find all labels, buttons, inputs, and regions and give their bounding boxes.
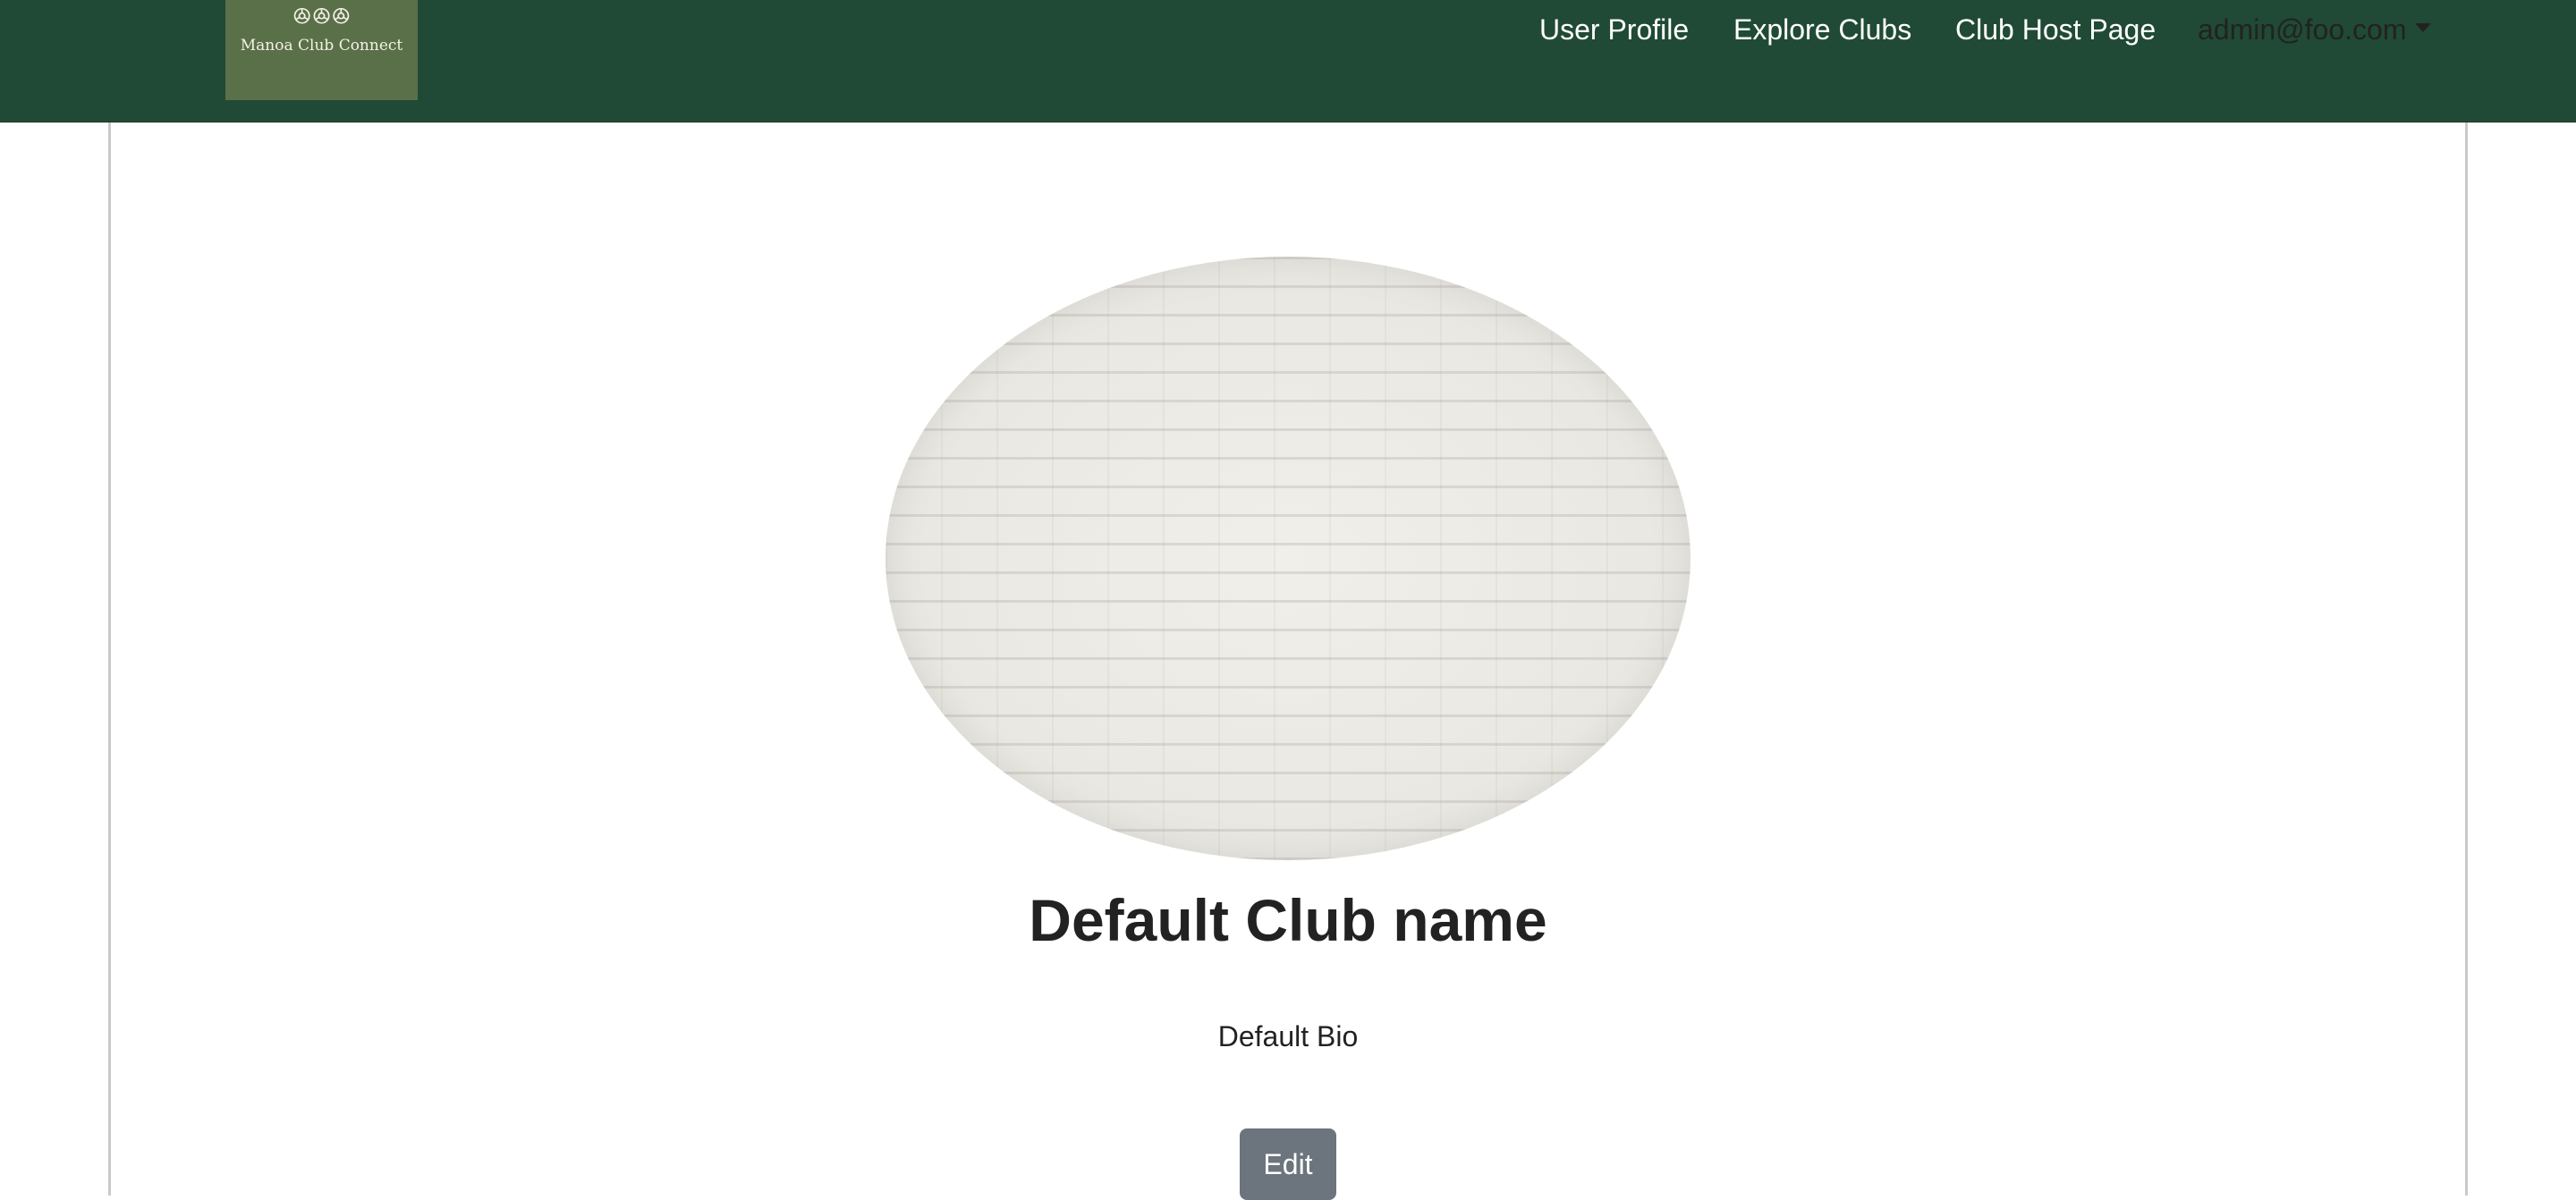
club-bio: Default Bio (1217, 1020, 1359, 1052)
club-image (886, 257, 1690, 860)
club-name-heading: Default Club name (1029, 887, 1547, 953)
user-account-dropdown[interactable]: admin@foo.com (2198, 9, 2432, 50)
logo-text: Manoa Club Connect (240, 37, 403, 55)
nav-link-club-host-page[interactable]: Club Host Page (1955, 9, 2156, 50)
top-navbar: ꔮꔮꔮ Manoa Club Connect User Profile Expl… (0, 0, 2576, 123)
logo-people-icon: ꔮꔮꔮ (292, 3, 352, 30)
nav-link-explore-clubs[interactable]: Explore Clubs (1733, 9, 1911, 50)
user-email: admin@foo.com (2198, 13, 2407, 46)
edit-button[interactable]: Edit (1240, 1128, 1336, 1200)
site-logo[interactable]: ꔮꔮꔮ Manoa Club Connect (225, 0, 418, 100)
chevron-down-icon (2415, 23, 2432, 32)
nav-link-user-profile[interactable]: User Profile (1539, 9, 1689, 50)
